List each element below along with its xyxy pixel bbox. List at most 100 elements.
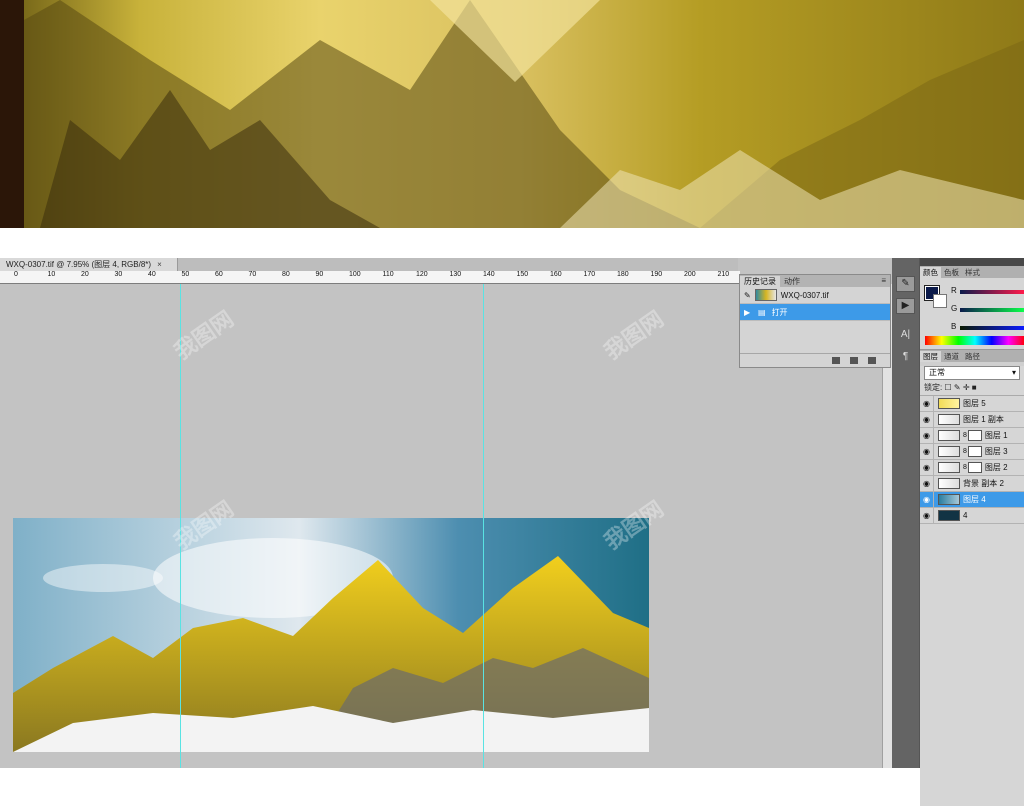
layer-name: 图层 1 xyxy=(984,431,1008,440)
layer-name: 图层 3 xyxy=(984,447,1008,456)
tab-styles[interactable]: 样式 xyxy=(962,267,983,278)
eye-icon[interactable]: ◉ xyxy=(920,460,934,475)
character-icon[interactable]: A| xyxy=(896,328,915,344)
layers-panel: 正常 ▾ 锁定: ☐ ✎ ✛ ■ ◉ 图层 5 ◉ 图层 1 副本 ◉ 8 图层 1 ◉ 8 图层… xyxy=(920,366,1024,806)
layer-list: ◉ 图层 5 ◉ 图层 1 副本 ◉ 8 图层 1 ◉ 8 图层 3 ◉ 8 图层 2 ◉ 背景 副本 2 ◉… xyxy=(920,396,1024,524)
eye-icon[interactable]: ◉ xyxy=(920,428,934,443)
layer-name: 图层 1 副本 xyxy=(963,415,1004,424)
preview-banner-image xyxy=(0,0,1024,228)
ruler-label: 120 xyxy=(416,271,428,278)
lock-all-icon[interactable]: ■ xyxy=(972,383,977,392)
guide-line-2[interactable] xyxy=(483,284,484,768)
trash-icon[interactable] xyxy=(868,357,876,364)
layer-row[interactable]: ◉ 图层 4 xyxy=(920,492,1024,508)
eye-icon[interactable]: ◉ xyxy=(920,508,934,523)
layer-thumbnail xyxy=(938,430,960,441)
layer-row[interactable]: ◉ 8 图层 3 xyxy=(920,444,1024,460)
ruler-label: 190 xyxy=(650,271,663,278)
history-snapshot[interactable]: ✎ WXQ-0307.tif xyxy=(740,287,890,304)
ruler-label: 200 xyxy=(684,271,696,278)
channel-g-label: G xyxy=(951,304,958,313)
red-slider[interactable] xyxy=(960,290,1024,294)
channel-r-label: R xyxy=(951,286,957,295)
layer-mask-thumbnail[interactable] xyxy=(967,446,982,457)
history-step[interactable]: ▶ ▤ 打开 xyxy=(740,304,890,321)
color-panel: R G B xyxy=(920,278,1024,350)
lock-transparent-icon[interactable]: ☐ xyxy=(944,383,951,392)
close-icon[interactable]: × xyxy=(157,260,162,269)
chevron-down-icon: ▾ xyxy=(1011,368,1016,377)
document-tab[interactable]: WXQ-0307.tif @ 7.95% (图层 4, RGB/8*) × xyxy=(0,258,178,271)
layer-row[interactable]: ◉ 背景 副本 2 xyxy=(920,476,1024,492)
layer-name: 图层 2 xyxy=(984,463,1008,472)
tab-channels[interactable]: 通道 xyxy=(941,351,962,362)
ruler-label: 110 xyxy=(382,271,394,278)
panel-dock-icons: ✎ ▶ A| ¶ xyxy=(892,258,919,768)
new-document-icon[interactable] xyxy=(832,357,840,364)
layer-thumbnail xyxy=(938,478,960,489)
horizontal-ruler[interactable]: 0 10 20 30 40 50 60 70 80 90 100 110 120 130 140 150 160… xyxy=(0,271,740,284)
brush-preset-icon[interactable]: ✎ xyxy=(896,276,915,292)
canvas-photo[interactable] xyxy=(13,518,649,752)
ruler-label: 80 xyxy=(282,271,290,278)
background-color-swatch[interactable] xyxy=(933,294,947,308)
photoshop-workspace: WXQ-0307.tif @ 7.95% (图层 4, RGB/8*) × 0 1… xyxy=(0,258,1024,806)
layer-thumbnail xyxy=(938,398,960,409)
ruler-label: 60 xyxy=(215,271,223,278)
lock-position-icon[interactable]: ✛ xyxy=(963,383,970,392)
link-icon[interactable]: 8 xyxy=(963,432,967,439)
link-icon[interactable]: 8 xyxy=(963,448,967,455)
ruler-label: 10 xyxy=(47,271,56,278)
ruler-label: 150 xyxy=(516,271,529,278)
layer-row[interactable]: ◉ 8 图层 2 xyxy=(920,460,1024,476)
guide-line-1[interactable] xyxy=(180,284,181,768)
lock-label: 锁定: xyxy=(924,383,943,392)
ruler-label: 160 xyxy=(550,271,562,278)
layer-name: 图层 4 xyxy=(963,495,986,504)
tab-layers[interactable]: 图层 xyxy=(920,351,941,362)
eye-icon[interactable]: ◉ xyxy=(920,412,934,427)
eye-icon[interactable]: ◉ xyxy=(920,492,934,507)
eye-icon[interactable]: ◉ xyxy=(920,396,934,411)
history-source-icon: ▶ xyxy=(744,307,751,317)
ruler-label: 70 xyxy=(248,271,257,278)
tab-paths[interactable]: 路径 xyxy=(962,351,983,362)
tab-color[interactable]: 颜色 xyxy=(920,267,941,278)
lock-image-icon[interactable]: ✎ xyxy=(954,383,961,392)
eye-icon[interactable]: ◉ xyxy=(920,476,934,491)
tab-actions[interactable]: 动作 xyxy=(780,276,804,287)
ruler-label: 20 xyxy=(81,271,89,278)
layer-mask-thumbnail[interactable] xyxy=(967,430,982,441)
ruler-label: 170 xyxy=(583,271,596,278)
tab-history[interactable]: 历史记录 xyxy=(740,276,780,287)
layer-row[interactable]: ◉ 4 xyxy=(920,508,1024,524)
camera-icon[interactable] xyxy=(850,357,858,364)
lock-row: 锁定: ☐ ✎ ✛ ■ xyxy=(920,380,1024,396)
blend-mode-select[interactable]: 正常 ▾ xyxy=(924,366,1020,380)
blend-mode-value: 正常 xyxy=(929,368,945,377)
history-panel-tabs: 历史记录 动作 ≡ xyxy=(740,275,890,287)
eye-icon[interactable]: ◉ xyxy=(920,444,934,459)
channel-b-label: B xyxy=(951,322,957,331)
ruler-label: 30 xyxy=(114,271,123,278)
link-icon[interactable]: 8 xyxy=(963,464,967,471)
layer-mask-thumbnail[interactable] xyxy=(967,462,982,473)
tab-swatches[interactable]: 色板 xyxy=(941,267,962,278)
actions-play-icon[interactable]: ▶ xyxy=(896,298,915,314)
color-spectrum[interactable] xyxy=(925,336,1024,345)
layer-thumbnail xyxy=(938,414,960,425)
layer-thumbnail xyxy=(938,446,960,457)
panel-menu-icon[interactable]: ≡ xyxy=(881,276,886,285)
layer-thumbnail xyxy=(938,494,960,505)
layer-row[interactable]: ◉ 图层 1 副本 xyxy=(920,412,1024,428)
green-slider[interactable] xyxy=(960,308,1024,312)
blue-slider[interactable] xyxy=(960,326,1024,330)
layer-thumbnail xyxy=(938,462,960,473)
layer-row[interactable]: ◉ 8 图层 1 xyxy=(920,428,1024,444)
ruler-label: 50 xyxy=(181,271,190,278)
history-footer xyxy=(740,353,890,367)
layer-row[interactable]: ◉ 图层 5 xyxy=(920,396,1024,412)
layer-name: 4 xyxy=(963,511,968,520)
paragraph-icon[interactable]: ¶ xyxy=(896,350,915,366)
document-icon: ▤ xyxy=(758,307,766,317)
